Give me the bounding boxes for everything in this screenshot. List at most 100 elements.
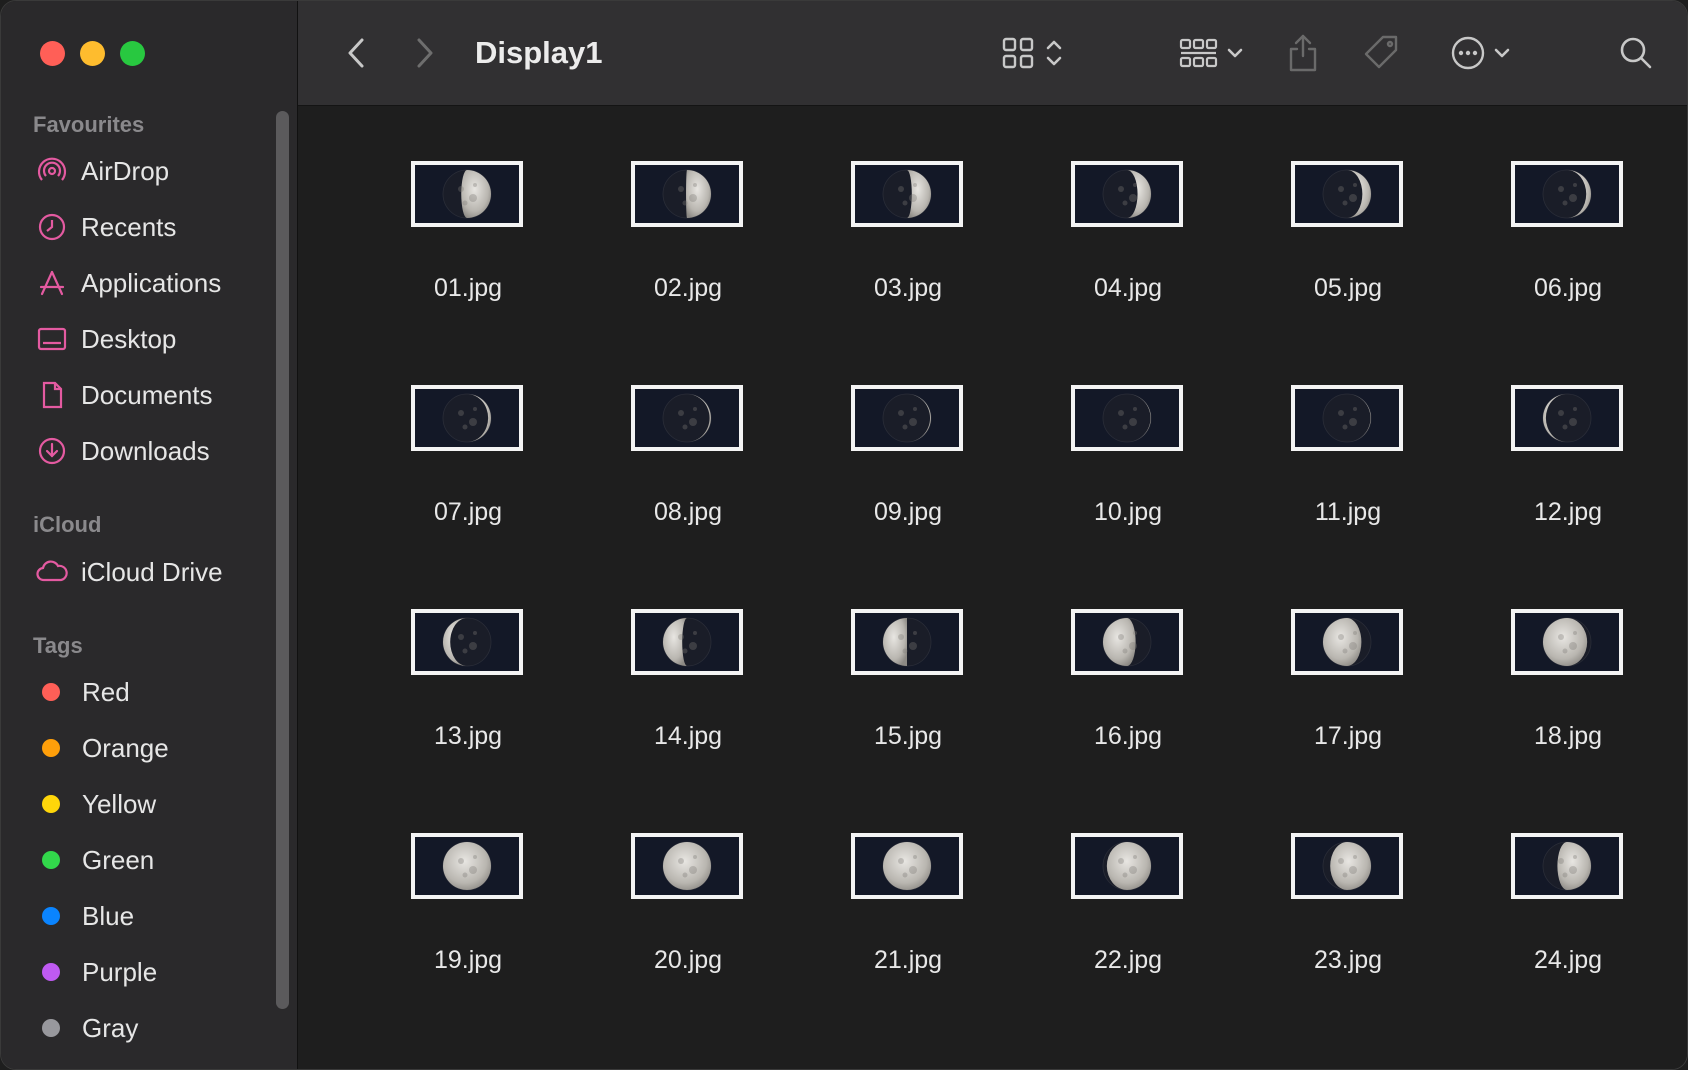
sidebar-item-airdrop[interactable]: AirDrop [35, 149, 169, 193]
moon-image [855, 389, 959, 447]
file-item[interactable]: 03.jpg [778, 106, 998, 326]
close-button[interactable] [40, 41, 65, 66]
view-mode-button[interactable] [998, 31, 1068, 75]
sidebar-item-label: Recents [81, 211, 177, 242]
tag-icon [1364, 35, 1398, 69]
sidebar-item-applications[interactable]: Applications [35, 261, 221, 305]
file-item[interactable]: 08.jpg [558, 330, 778, 550]
file-thumbnail [1291, 833, 1403, 899]
file-item[interactable]: 07.jpg [338, 330, 558, 550]
file-thumbnail [851, 161, 963, 227]
moon-image [635, 165, 739, 223]
sidebar-item-label: Orange [82, 732, 169, 763]
moon-image [635, 613, 739, 671]
file-item[interactable]: 20.jpg [558, 778, 778, 998]
file-item[interactable]: 05.jpg [1218, 106, 1438, 326]
file-thumbnail [1291, 161, 1403, 227]
sidebar-tag-yellow[interactable]: Yellow [35, 782, 156, 826]
clock-icon [35, 210, 69, 244]
sidebar-item-icloud-drive[interactable]: iCloud Drive [35, 550, 223, 594]
file-item[interactable]: 15.jpg [778, 554, 998, 774]
file-item[interactable]: 18.jpg [1438, 554, 1658, 774]
sidebar-item-label: Blue [82, 900, 135, 931]
file-item[interactable]: 21.jpg [778, 778, 998, 998]
search-button[interactable] [1616, 31, 1656, 75]
file-item[interactable]: 14.jpg [558, 554, 778, 774]
file-thumbnail [851, 609, 963, 675]
sidebar-item-label: Applications [81, 267, 222, 298]
moon-image [1295, 837, 1399, 895]
file-thumbnail [411, 161, 523, 227]
file-item[interactable]: 17.jpg [1218, 554, 1438, 774]
window-title: Display1 [475, 35, 603, 70]
more-actions-button[interactable] [1446, 31, 1516, 75]
file-name: 24.jpg [1533, 946, 1603, 974]
sidebar-item-desktop[interactable]: Desktop [35, 317, 176, 361]
toolbar: Display1 [298, 1, 1687, 106]
file-item[interactable]: 01.jpg [338, 106, 558, 326]
file-item[interactable]: 02.jpg [558, 106, 778, 326]
sidebar-tag-purple[interactable]: Purple [35, 950, 157, 994]
tag-button[interactable] [1360, 31, 1402, 75]
file-item[interactable]: 10.jpg [998, 330, 1218, 550]
moon-image [1515, 613, 1619, 671]
zoom-button[interactable] [120, 41, 145, 66]
tag-color-dot [42, 963, 60, 981]
sidebar-item-documents[interactable]: Documents [35, 373, 213, 417]
minimize-button[interactable] [80, 41, 105, 66]
sidebar-tag-blue[interactable]: Blue [35, 894, 134, 938]
sidebar-item-label: Downloads [81, 435, 210, 466]
share-button[interactable] [1286, 31, 1320, 75]
file-item[interactable]: 04.jpg [998, 106, 1218, 326]
ellipsis-circle-icon [1451, 36, 1485, 70]
sidebar-item-label: Gray [82, 1012, 139, 1043]
file-item[interactable]: 19.jpg [338, 778, 558, 998]
sidebar-tag-orange[interactable]: Orange [35, 726, 169, 770]
sidebar-item-label: Yellow [82, 788, 157, 819]
sidebar-item-label: Purple [82, 956, 158, 987]
sidebar-tag-green[interactable]: Green [35, 838, 154, 882]
moon-image [1295, 165, 1399, 223]
file-thumbnail [1511, 161, 1623, 227]
sidebar: Favourites AirDrop Recents Applications … [1, 1, 298, 1069]
sidebar-scrollbar[interactable] [276, 111, 289, 1009]
sidebar-item-downloads[interactable]: Downloads [35, 429, 210, 473]
icon-view-icon [1002, 37, 1034, 69]
back-button[interactable] [341, 31, 371, 75]
sidebar-tag-gray[interactable]: Gray [35, 1006, 138, 1050]
forward-button[interactable] [410, 31, 440, 75]
document-icon [35, 378, 69, 412]
file-item[interactable]: 13.jpg [338, 554, 558, 774]
moon-image [415, 613, 519, 671]
file-item[interactable]: 11.jpg [1218, 330, 1438, 550]
desktop-icon [35, 322, 69, 356]
tag-color-dot [42, 795, 60, 813]
file-item[interactable]: 09.jpg [778, 330, 998, 550]
sidebar-tag-red[interactable]: Red [35, 670, 130, 714]
cloud-icon [35, 555, 69, 589]
file-item[interactable]: 16.jpg [998, 554, 1218, 774]
file-thumbnail [631, 609, 743, 675]
moon-image [855, 837, 959, 895]
favourites-section-title: Favourites [33, 112, 145, 137]
group-button[interactable] [1176, 31, 1248, 75]
file-thumbnail [1071, 833, 1183, 899]
file-item[interactable]: 24.jpg [1438, 778, 1658, 998]
moon-image [635, 389, 739, 447]
tag-color-dot [42, 1019, 60, 1037]
file-name: 18.jpg [1533, 722, 1603, 750]
chevron-down-icon [1494, 48, 1510, 58]
tag-color-dot [42, 907, 60, 925]
file-thumbnail [1511, 385, 1623, 451]
file-thumbnail [1071, 161, 1183, 227]
finder-window: Favourites AirDrop Recents Applications … [0, 0, 1688, 1070]
moon-image [855, 613, 959, 671]
file-item[interactable]: 12.jpg [1438, 330, 1658, 550]
file-item[interactable]: 23.jpg [1218, 778, 1438, 998]
file-item[interactable]: 06.jpg [1438, 106, 1658, 326]
sidebar-item-recents[interactable]: Recents [35, 205, 176, 249]
group-icon [1179, 38, 1218, 68]
moon-image [1075, 389, 1179, 447]
file-item[interactable]: 22.jpg [998, 778, 1218, 998]
moon-image [415, 837, 519, 895]
